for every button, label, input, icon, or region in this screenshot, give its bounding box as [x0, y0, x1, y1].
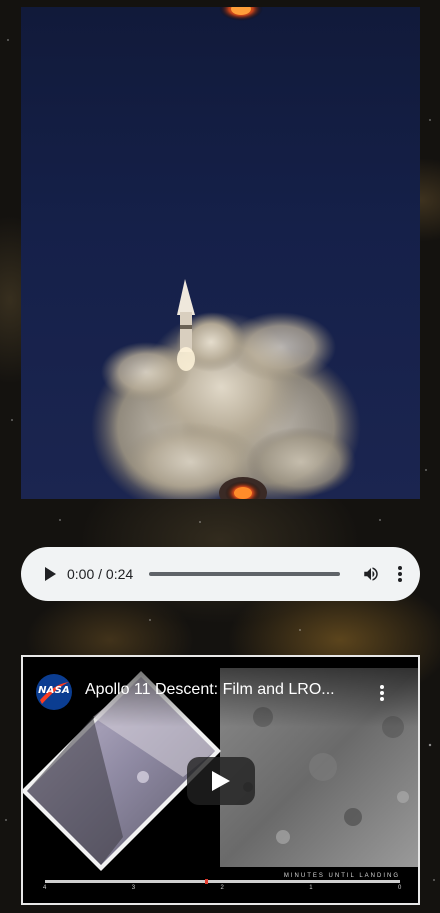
more-vert-icon — [398, 566, 402, 582]
audio-seek-slider[interactable] — [149, 572, 340, 576]
timeline-label: MINUTES UNTIL LANDING — [283, 873, 400, 879]
more-vert-icon — [380, 685, 384, 701]
audio-time-display: 0:00 / 0:24 — [67, 566, 133, 582]
video-more-button[interactable] — [376, 683, 388, 703]
youtube-play-button[interactable] — [187, 757, 255, 805]
nasa-logo-text: NASA — [38, 685, 70, 696]
timeline-marker — [204, 879, 208, 884]
timeline-tick-label: 0 — [398, 885, 402, 891]
nasa-logo[interactable]: NASA — [36, 674, 72, 710]
duration: 0:24 — [105, 566, 134, 582]
youtube-embed[interactable]: NASA Apollo 11 Descent: Film and LRO... … — [21, 655, 420, 905]
timeline-tick-label: 3 — [131, 885, 136, 891]
timeline-tick-label: 2 — [220, 885, 224, 891]
audio-player: 0:00 / 0:24 — [21, 547, 420, 601]
video-title[interactable]: Apollo 11 Descent: Film and LRO... — [85, 681, 360, 699]
timeline-bar — [45, 879, 400, 884]
current-time: 0:00 — [67, 566, 95, 582]
rocket-launch-photo — [91, 7, 361, 499]
launch-image — [21, 7, 420, 499]
volume-icon — [364, 567, 378, 581]
audio-more-button[interactable] — [394, 563, 406, 585]
play-icon — [45, 567, 56, 581]
time-separator: / — [94, 566, 106, 582]
timeline-tick-label: 4 — [43, 885, 47, 891]
timeline-tick-label: 1 — [309, 885, 313, 891]
youtube-play-icon — [212, 771, 230, 791]
play-button[interactable] — [39, 563, 61, 585]
volume-button[interactable] — [360, 563, 382, 585]
